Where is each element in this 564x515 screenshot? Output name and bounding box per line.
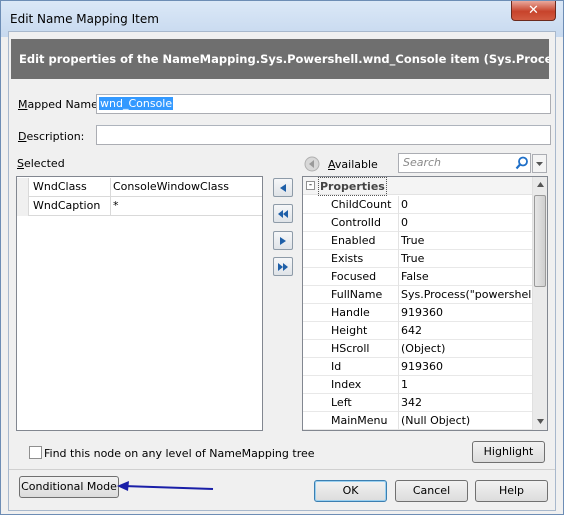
available-label: Available (328, 158, 378, 171)
selected-row-name: WndCaption (33, 199, 101, 212)
search-icon[interactable] (515, 156, 529, 170)
search-input[interactable]: Search (398, 153, 531, 173)
cancel-button-label: Cancel (412, 484, 451, 497)
property-name: MainMenu (331, 414, 388, 427)
selected-row[interactable]: WndClass ConsoleWindowClass (17, 178, 262, 197)
selected-row[interactable]: WndCaption * (17, 197, 262, 216)
selected-row-value[interactable]: ConsoleWindowClass (110, 178, 263, 197)
properties-group-label: Properties (318, 177, 387, 196)
row-header (17, 178, 29, 197)
property-value: 642 (398, 322, 533, 341)
property-value: 1 (398, 376, 533, 395)
arrow-left-icon (280, 183, 286, 192)
arrow-right-icon (280, 236, 286, 245)
property-row[interactable]: HScroll (Object) (303, 340, 533, 359)
description-field[interactable] (96, 125, 551, 145)
property-row[interactable]: Index 1 (303, 376, 533, 395)
chevron-down-icon (536, 162, 543, 166)
property-row[interactable]: Exists True (303, 250, 533, 269)
scroll-thumb[interactable] (534, 195, 546, 287)
help-button[interactable]: Help (475, 480, 548, 502)
highlight-button-label: Highlight (483, 445, 534, 458)
move-all-right-button[interactable] (273, 257, 293, 276)
property-name: ControlId (331, 216, 381, 229)
mapped-name-label-text: apped Name: (27, 98, 102, 111)
property-name: Exists (331, 252, 364, 265)
conditional-mode-label: Conditional Mode (21, 480, 117, 493)
description-label: Description: (18, 130, 85, 143)
property-name: FullName (331, 288, 383, 301)
property-row[interactable]: Id 919360 (303, 358, 533, 377)
available-properties-grid[interactable]: - Properties ChildCount 0 ControlId 0 Enable… (302, 176, 548, 431)
header-banner: Edit properties of the NameMapping.Sys.P… (11, 39, 549, 79)
mapped-name-field[interactable]: wnd_Console (96, 94, 551, 114)
row-header (17, 197, 29, 216)
annotation-arrow-icon (117, 481, 214, 491)
highlight-button[interactable]: Highlight (472, 441, 545, 463)
property-value: 919360 (398, 304, 533, 323)
property-name: Left (331, 396, 352, 409)
move-right-button[interactable] (273, 231, 293, 250)
separator (9, 469, 555, 470)
property-row[interactable]: Focused False (303, 268, 533, 287)
back-circle-icon[interactable] (304, 156, 320, 172)
ok-button[interactable]: OK (314, 480, 387, 502)
close-button[interactable]: ✕ (511, 1, 556, 21)
property-value: 0 (398, 196, 533, 215)
mapped-name-label: Mapped Name: (18, 98, 102, 111)
move-left-button[interactable] (273, 178, 293, 197)
property-value: 919360 (398, 358, 533, 377)
collapse-icon[interactable]: - (306, 181, 315, 190)
find-any-level-checkbox[interactable] (29, 446, 42, 459)
property-value: (Null Object) (398, 412, 533, 430)
search-options-dropdown[interactable] (532, 154, 547, 173)
find-any-level-label: Find this node on any level of NameMappi… (44, 447, 315, 460)
scroll-up-icon[interactable] (536, 180, 545, 188)
conditional-mode-button[interactable]: Conditional Mode (19, 476, 119, 498)
double-arrow-left-icon (278, 209, 288, 218)
cancel-button[interactable]: Cancel (395, 480, 468, 502)
property-name: Focused (331, 270, 377, 283)
property-row[interactable]: ChildCount 0 (303, 196, 533, 215)
help-button-label: Help (498, 484, 525, 497)
property-value: (Object) (398, 340, 533, 359)
double-arrow-right-icon (278, 262, 288, 271)
property-value: 342 (398, 394, 533, 413)
selected-label-text: elected (23, 157, 65, 170)
move-all-left-button[interactable] (273, 204, 293, 223)
ok-button-label: OK (342, 484, 359, 497)
property-value: True (398, 232, 533, 251)
properties-group-header[interactable]: - Properties (303, 177, 547, 196)
window-title: Edit Name Mapping Item (10, 12, 159, 26)
property-name: Index (331, 378, 362, 391)
property-row[interactable]: Left 342 (303, 394, 533, 413)
property-name: Handle (331, 306, 370, 319)
property-row[interactable]: Height 642 (303, 322, 533, 341)
selected-label: Selected (17, 157, 65, 170)
property-name: Id (331, 360, 342, 373)
selected-properties-grid[interactable]: WndClass ConsoleWindowClass WndCaption * (16, 176, 263, 431)
selected-row-name: WndClass (33, 180, 87, 193)
mapped-name-value: wnd_Console (99, 97, 174, 110)
property-name: HScroll (331, 342, 370, 355)
property-name: Enabled (331, 234, 376, 247)
property-name: Height (331, 324, 368, 337)
property-value: False (398, 268, 533, 287)
vertical-scrollbar[interactable] (532, 177, 547, 430)
property-name: ChildCount (331, 198, 392, 211)
property-value: Sys.Process("powershell... (398, 286, 533, 305)
description-label-text: escription: (26, 130, 85, 143)
property-value: True (398, 250, 533, 269)
scroll-down-icon[interactable] (536, 418, 545, 426)
property-value: 0 (398, 214, 533, 233)
available-label-text: vailable (334, 158, 378, 171)
selected-row-value[interactable]: * (110, 197, 263, 216)
property-row[interactable]: ControlId 0 (303, 214, 533, 233)
edit-name-mapping-dialog: Edit Name Mapping Item ✕ Edit properties… (0, 0, 564, 515)
property-row[interactable]: Handle 919360 (303, 304, 533, 323)
property-row[interactable]: FullName Sys.Process("powershell... (303, 286, 533, 305)
property-row[interactable]: MainMenu (Null Object) (303, 412, 532, 430)
property-row[interactable]: Enabled True (303, 232, 533, 251)
